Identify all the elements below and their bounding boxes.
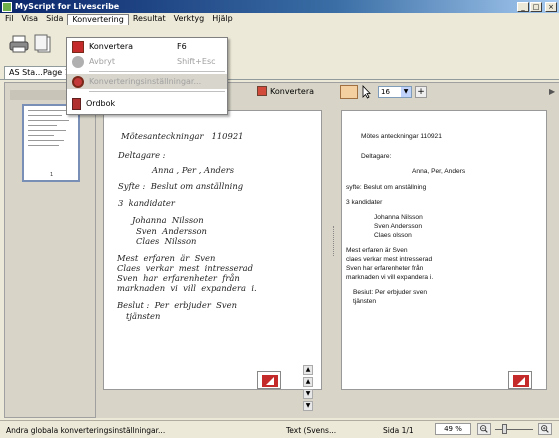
hw-line: Johanna Nilsson [132,215,204,225]
text-line: Anna, Per, Anders [412,168,466,175]
thumbnail-content [28,110,76,150]
konvertering-menu: Konvertera F6 Avbryt Shift+Esc Konverter… [66,37,228,115]
convert-icon [72,40,84,53]
text-line: Claes olsson [374,232,412,239]
hw-line: marknaden vi vill expandera i. [117,283,257,293]
scroll-top-button[interactable]: ▲ [303,365,313,375]
text-line: Mötes anteckningar 110921 [361,133,442,140]
panel-divider[interactable] [333,226,334,256]
scroll-bottom-button[interactable]: ▼ [303,401,313,411]
title-bar: MyScript for Livescribe _ □ × [0,0,559,13]
text-line: Deltagare: [361,153,392,160]
hw-line: Mötesanteckningar 110921 [121,131,244,141]
hw-line: Syfte : Beslut om anställning [118,181,244,191]
tab-document[interactable]: AS Sta...Page 1 [4,66,75,79]
minimize-button[interactable]: _ [517,1,529,12]
text-line: 3 kandidater [346,199,383,206]
menu-verktyg[interactable]: Verktyg [170,13,209,25]
hw-line: Claes verkar mest intresserad [117,263,253,273]
text-line: tjänsten [353,298,377,305]
zoom-in-icon[interactable] [538,423,552,435]
zoom-slider-track[interactable] [495,429,533,430]
page-thumbnail[interactable]: 1 [22,104,80,182]
maximize-button[interactable]: □ [530,1,542,12]
hw-line: 3 kandidater [118,198,175,208]
text-line: Sven Andersson [374,223,423,230]
zoom-in-button[interactable]: + [415,86,427,98]
chevron-right-icon[interactable]: ▶ [549,87,555,96]
app-icon [2,1,12,12]
menu-item-ordbok[interactable]: Ordbok [67,96,227,111]
menu-separator [89,71,225,72]
font-size-select[interactable]: 16 ▼ [378,86,412,98]
menu-hjalp[interactable]: Hjälp [208,13,236,25]
font-size-value: 16 [381,88,390,96]
scroll-down-button[interactable]: ▼ [303,389,313,399]
text-line: Besiut: Per erbjuder sven [353,289,428,296]
page-scroll-controls: ▲ ▲ ▼ ▼ [303,365,315,413]
pointer-icon[interactable] [361,85,371,99]
handwritten-page: Mötesanteckningar 110921 Deltagare : Ann… [103,110,322,390]
menu-konvertering[interactable]: Konvertering [67,13,129,25]
hw-line: Sven har erfarenheter från [117,273,240,283]
text-line: marknaden vi vill expandera i. [346,274,434,281]
gear-icon [72,75,84,88]
hw-line: Mest erfaren är Sven [117,253,216,263]
hand-tool-icon[interactable] [340,85,358,99]
hw-line: Sven Andersson [136,226,207,236]
menu-separator [89,91,225,92]
close-button[interactable]: × [545,1,557,12]
view-toolbar: Konvertera [254,84,317,98]
convert-button[interactable]: Konvertera [254,86,317,96]
zoom-level[interactable]: 49 % [435,423,471,435]
hw-line: Anna , Per , Anders [152,165,235,175]
text-line: Mest erfaren är Sven [346,247,408,254]
status-message: Andra globala konverteringsinställningar… [6,426,166,435]
hw-line: Deltagare : [118,150,166,160]
text-line: Sven har erfarenheter från [346,265,424,272]
menu-item-konvertera[interactable]: Konvertera F6 [67,39,227,54]
convert-page-icon[interactable] [257,371,281,389]
cancel-icon [72,55,84,68]
menu-item-konverteringsinstallningar[interactable]: Konverteringsinställningar... [67,74,227,89]
chevron-down-icon[interactable]: ▼ [401,87,411,97]
menu-visa[interactable]: Visa [17,13,42,25]
menu-fil[interactable]: Fil [1,13,17,25]
window-title: MyScript for Livescribe [15,2,120,11]
status-page: Sida 1/1 [383,426,414,435]
converted-text-page: Mötes anteckningar 110921 Deltagare: Ann… [341,110,547,390]
status-language: Text (Svens... [286,426,337,435]
zoom-slider-thumb[interactable] [502,424,507,434]
convert-result-icon[interactable] [508,371,532,389]
scroll-up-button[interactable]: ▲ [303,377,313,387]
menu-resultat[interactable]: Resultat [129,13,170,25]
pages-icon[interactable] [32,34,54,54]
menu-item-avbryt[interactable]: Avbryt Shift+Esc [67,54,227,69]
menu-sida[interactable]: Sida [42,13,67,25]
text-line: claes verkar mest intresserad [346,256,433,263]
hw-line: Claes Nilsson [136,236,197,246]
status-bar: Andra globala konverteringsinställningar… [0,420,559,438]
menu-bar: Fil Visa Sida Konvertering Resultat Verk… [0,13,559,25]
dictionary-icon [72,97,81,110]
zoom-out-icon[interactable] [477,423,491,435]
convert-button-label: Konvertera [270,86,315,96]
convert-icon [257,86,267,96]
text-line: syfte: Beslut om anställning [346,184,427,191]
hw-line: Beslut : Per erbjuder Sven [117,300,237,310]
text-line: Johanna Nilsson [374,214,423,221]
print-icon[interactable] [8,34,30,54]
hw-line: tjänsten [126,311,161,321]
thumbnail-page-number: 1 [50,172,54,178]
